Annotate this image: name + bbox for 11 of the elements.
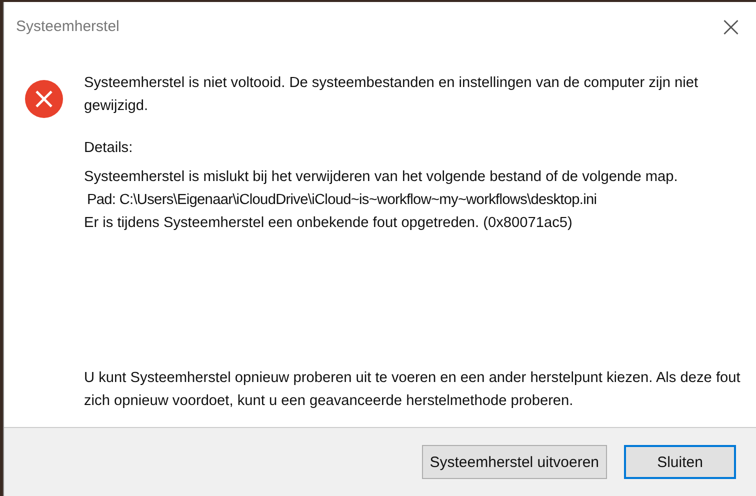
close-dialog-button[interactable]: Sluiten [624, 445, 736, 479]
details-text: Er is tijdens Systeemherstel een onbekende fout opgetreden. (0x80071ac5) [84, 214, 574, 233]
details-text: Systeemherstel is mislukt bij het verwijderen van het volgende bestand of de volgende map. [84, 168, 679, 187]
window-title: Systeemherstel [16, 18, 120, 34]
file-path: Pad: C:\Users\Eigenaar\iCloudDrive\iCloud~is~workflow~my~workflows\desktop.ini [86, 191, 598, 210]
close-button[interactable]: × [708, 6, 754, 46]
run-restore-button[interactable]: Systeemherstel uitvoeren [422, 445, 607, 479]
advice-text: U kunt Systeemherstel opnieuw proberen uit te voeren en een ander herstelpunt kiezen. Als deze fout zich opnieuw voordoet, kunt u een geavanceerde herstelmethode proberen. [84, 369, 742, 411]
details-heading: Details: [84, 139, 134, 158]
error-message: Systeemherstel is niet voltooid. De systeembestanden en instellingen van de computer zijn niet gewijzigd. [84, 74, 700, 116]
error-icon [24, 79, 64, 119]
